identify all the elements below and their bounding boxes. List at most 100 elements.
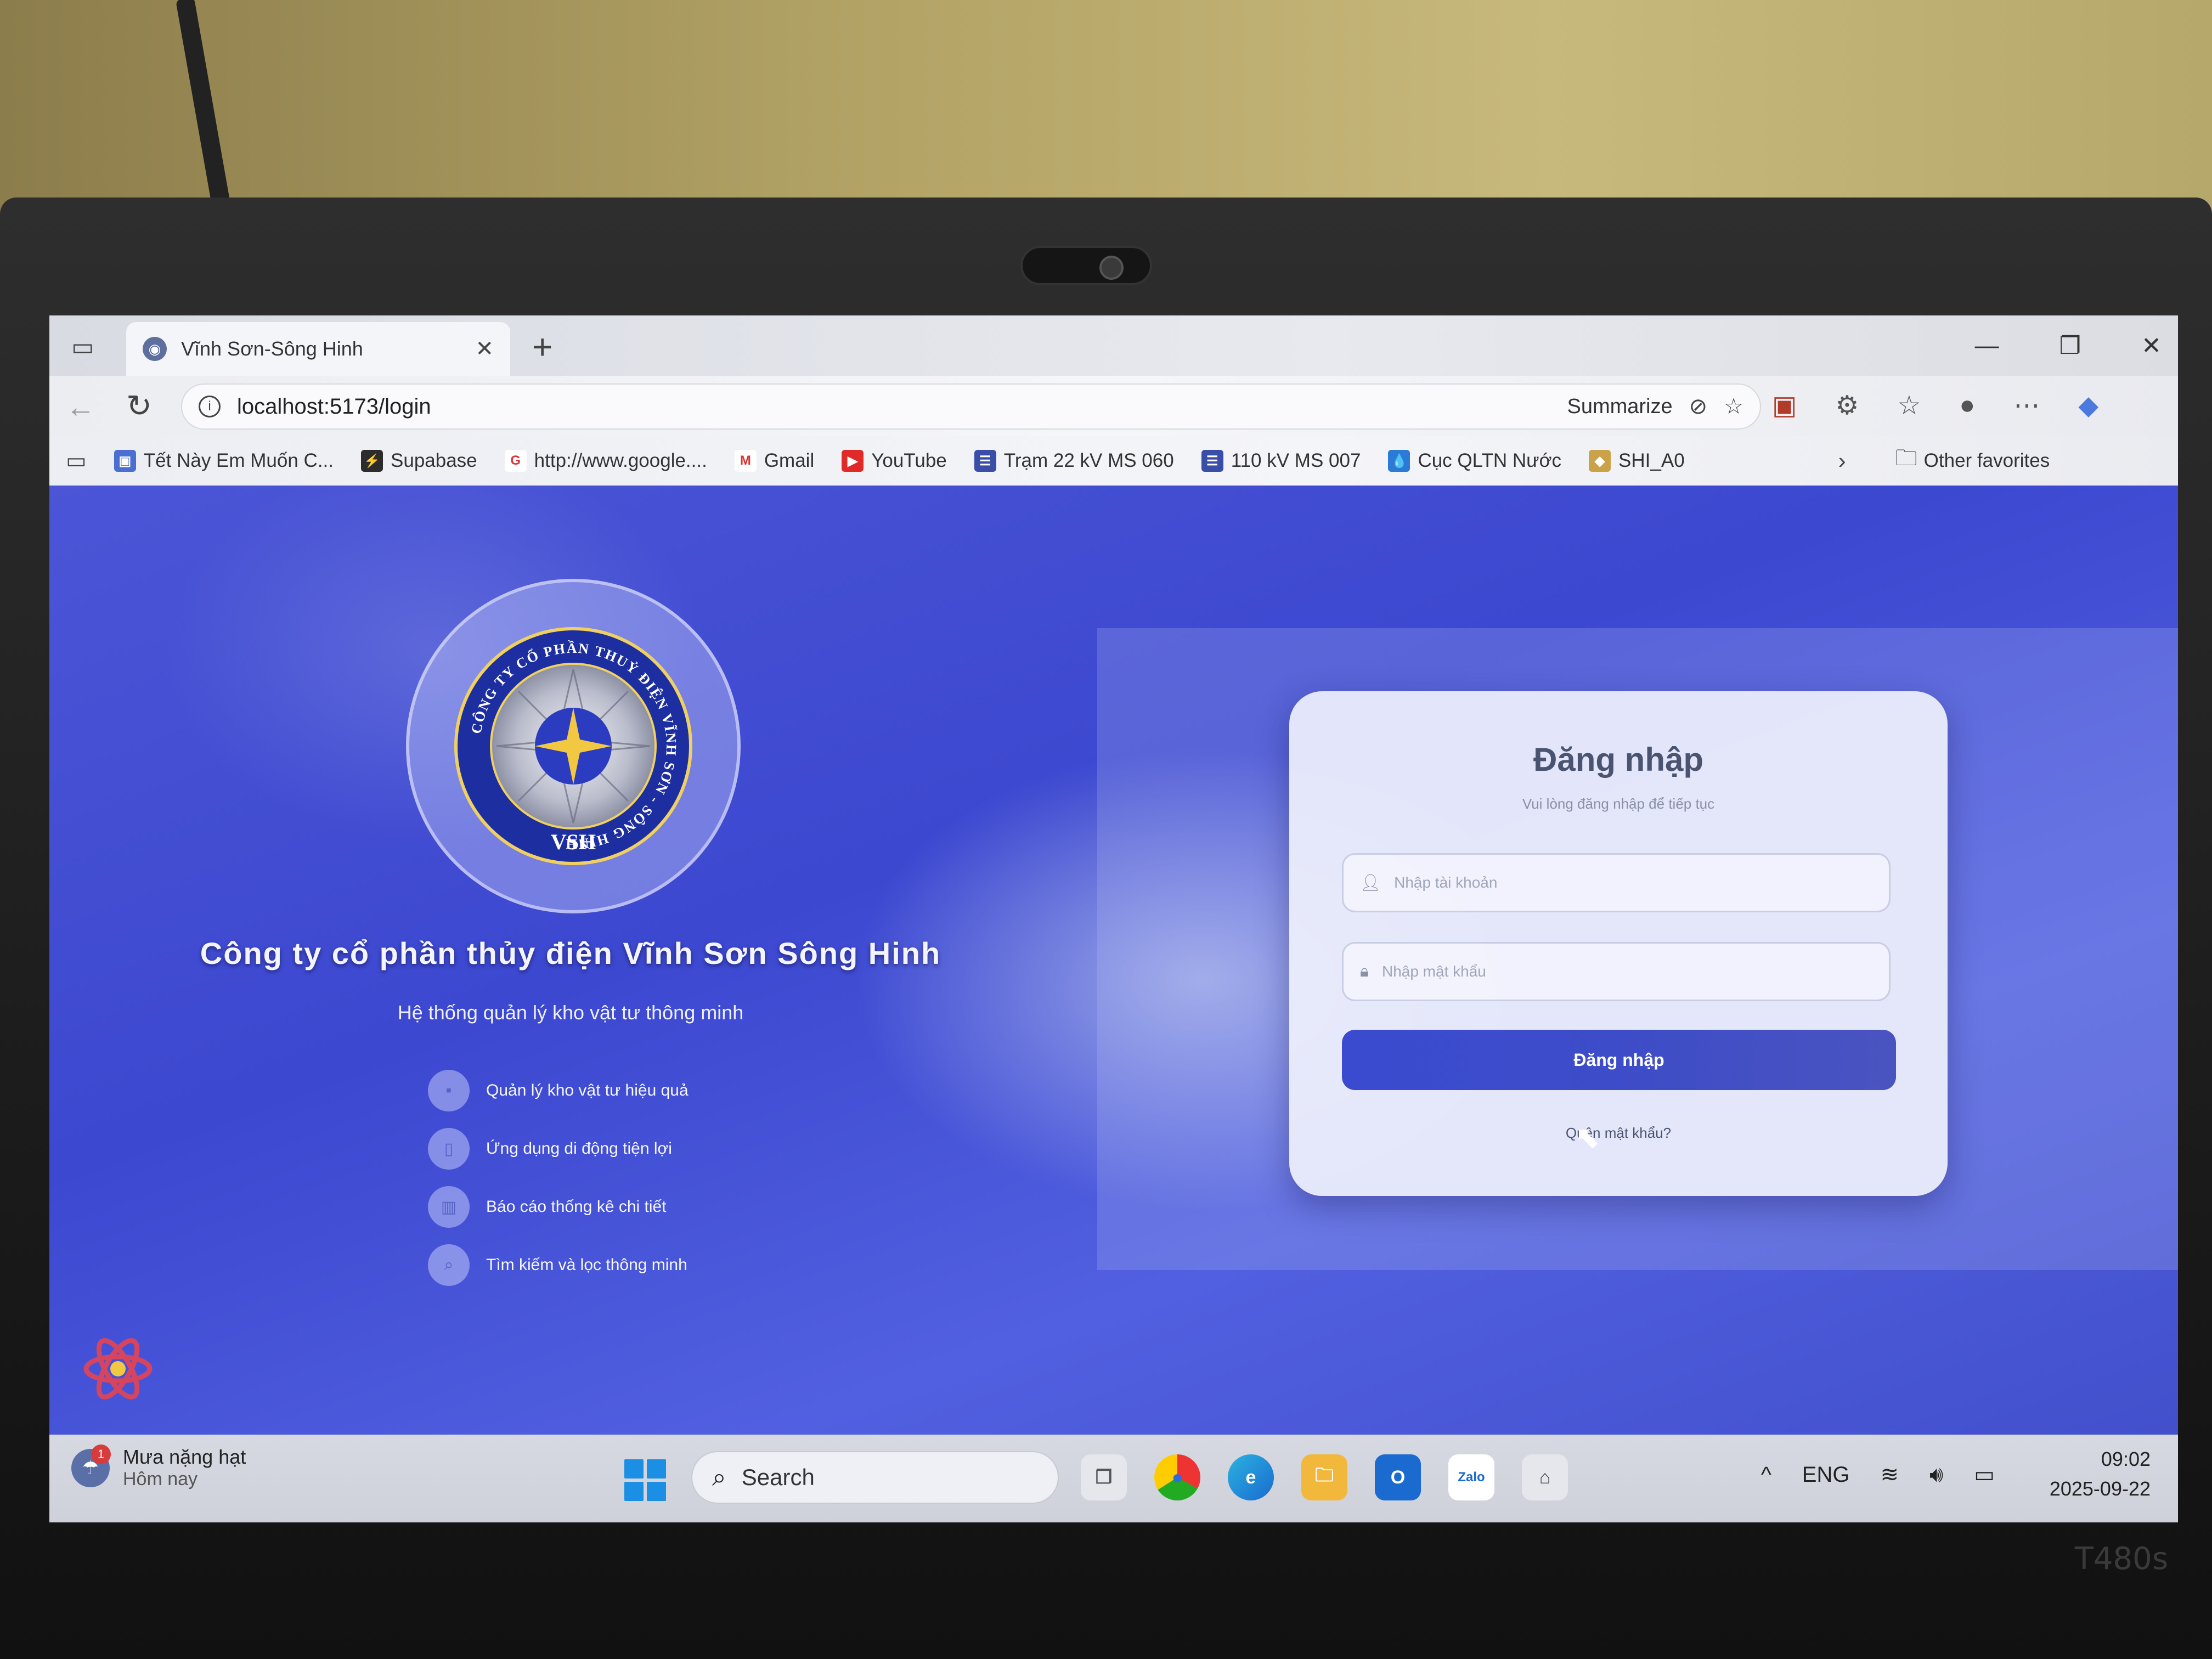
password-field[interactable]: 🔒︎	[1342, 942, 1891, 1001]
tablet-icon[interactable]: ▭	[66, 448, 87, 473]
feature-label: Báo cáo thống kê chi tiết	[486, 1198, 667, 1216]
webcam	[1020, 246, 1152, 285]
url-text[interactable]: localhost:5173/login	[237, 394, 1550, 419]
copilot-summarize-icon[interactable]: ⊘	[1689, 394, 1708, 419]
feature-item: ▪ Quản lý kho vật tư hiệu quả	[428, 1062, 689, 1120]
close-window-icon[interactable]: ✕	[2141, 332, 2162, 360]
bookmark-label: Gmail	[764, 450, 815, 471]
profile-avatar-icon[interactable]: ●	[1959, 390, 1975, 421]
windows-start-icon[interactable]	[624, 1459, 666, 1501]
extension-app-icon[interactable]: ▣	[1772, 390, 1797, 421]
feature-label: Ứng dụng di động tiện lợi	[486, 1139, 672, 1158]
weather-widget[interactable]: ☂ 1 Mưa nặng hạt Hôm nay	[71, 1444, 246, 1490]
forgot-password-link[interactable]: Quên mật khẩu?	[1289, 1125, 1948, 1142]
tab-bar: ▭ ◉ Vĩnh Sơn-Sông Hinh ✕ + — ❐ ✕	[49, 315, 2178, 376]
chevron-up-icon[interactable]: ^	[1761, 1463, 1771, 1487]
taskbar-search[interactable]: ⌕ Search	[691, 1451, 1059, 1504]
clock-time: 09:02	[2101, 1448, 2151, 1470]
star-icon[interactable]: ☆	[1724, 394, 1743, 419]
task-view-icon[interactable]: ❐	[1081, 1454, 1127, 1500]
new-tab-button[interactable]: +	[532, 326, 552, 367]
bookmark-item[interactable]: ▣ Tết Này Em Muốn C...	[114, 450, 334, 472]
app-icon[interactable]: ⌂	[1522, 1454, 1568, 1500]
supabase-icon: ⚡	[361, 450, 383, 472]
bookmark-item[interactable]: ☰ 110 kV MS 007	[1201, 450, 1361, 472]
globe-icon: ◉	[143, 337, 167, 361]
feature-item: ▯ Ứng dụng di động tiện lợi	[428, 1120, 689, 1178]
other-favorites-label: Other favorites	[1923, 450, 2050, 471]
url-field[interactable]: i localhost:5173/login Summarize ⊘ ☆	[181, 383, 1761, 430]
folder-icon: 🗀	[1895, 446, 1917, 470]
mouse-cursor-icon: ⬉	[1575, 1120, 1600, 1154]
sheet-icon: ☰	[1201, 450, 1223, 472]
bookmark-item[interactable]: ▶ YouTube	[842, 450, 947, 472]
google-icon: G	[504, 450, 527, 472]
minimize-icon[interactable]: —	[1975, 332, 1999, 360]
language-indicator[interactable]: ENG	[1802, 1463, 1850, 1487]
close-icon[interactable]: ✕	[475, 336, 494, 362]
outlook-icon[interactable]: O	[1375, 1454, 1421, 1500]
weather-title: Mưa nặng hạt	[123, 1446, 246, 1468]
bookmark-label: http://www.google....	[534, 450, 707, 471]
chrome-icon[interactable]: ●	[1154, 1454, 1200, 1500]
logo-ring: CÔNG TY CỔ PHẦN THUỶ ĐIỆN VĨNH SƠN - SÔN…	[406, 579, 741, 913]
bookmarks-bar: ▭ ▣ Tết Này Em Muốn C... ⚡ Supabase Ghttp://…	[49, 436, 2178, 486]
volume-icon[interactable]: 🔊︎	[1929, 1463, 1943, 1487]
mobile-icon: ▯	[428, 1128, 470, 1170]
search-label: Search	[741, 1464, 815, 1490]
bookmark-item[interactable]: ◆ SHI_A0	[1589, 450, 1685, 472]
bookmark-item[interactable]: ☰ Trạm 22 kV MS 060	[974, 450, 1174, 472]
zalo-icon[interactable]: Zalo	[1448, 1454, 1494, 1500]
restore-icon[interactable]: ❐	[2059, 332, 2081, 360]
other-favorites[interactable]: 🗀 Other favorites	[1895, 442, 2050, 479]
username-field[interactable]: 👤︎	[1342, 853, 1891, 912]
favorites-icon[interactable]: ☆	[1897, 390, 1921, 421]
clock-date: 2025-09-22	[2049, 1477, 2151, 1500]
seal-abbr: VSH	[551, 830, 596, 854]
login-card: Đăng nhập Vui lòng đăng nhập để tiếp tục…	[1289, 691, 1948, 1196]
toolbar: ▣ ⚙ ☆ ● ⋯ ◆	[1772, 390, 2098, 421]
youtube-icon: ▶	[842, 450, 864, 472]
clock[interactable]: 09:02 2025-09-22	[2050, 1444, 2151, 1504]
bookmark-item[interactable]: M Gmail	[734, 450, 815, 472]
bookmark-item[interactable]: 💧 Cục QLTN Nước	[1388, 450, 1561, 472]
search-icon: ⌕	[712, 1463, 726, 1491]
summarize-button[interactable]: Summarize	[1567, 395, 1672, 419]
system-tray: ^ ENG ≋ 🔊︎ ▭	[1761, 1462, 1995, 1487]
bookmark-label: Cục QLTN Nước	[1418, 450, 1562, 471]
feature-item: ⌕ Tìm kiếm và lọc thông minh	[428, 1236, 689, 1294]
sidebar-toggle-icon[interactable]: ▭	[71, 333, 94, 361]
bookmark-label: Trạm 22 kV MS 060	[1003, 450, 1174, 471]
tab-title: Vĩnh Sơn-Sông Hinh	[181, 337, 363, 360]
notification-badge: 1	[91, 1444, 111, 1464]
copilot-icon[interactable]: ◆	[2078, 390, 2098, 421]
chevron-right-icon[interactable]: ›	[1838, 448, 1846, 474]
battery-icon[interactable]: ▭	[1974, 1462, 1995, 1487]
rain-umbrella-icon: ☂ 1	[71, 1444, 111, 1487]
react-devtools-icon[interactable]	[82, 1333, 154, 1404]
water-drop-icon: 💧	[1388, 450, 1410, 472]
edge-icon[interactable]: e	[1228, 1454, 1274, 1500]
box-icon: ▪	[428, 1070, 470, 1111]
login-button[interactable]: Đăng nhập	[1342, 1030, 1896, 1090]
bookmark-item[interactable]: ⚡ Supabase	[361, 450, 477, 472]
file-explorer-icon[interactable]: 🗀	[1301, 1454, 1347, 1500]
tab-active[interactable]: ◉ Vĩnh Sơn-Sông Hinh ✕	[126, 322, 510, 376]
bookmark-item[interactable]: Ghttp://www.google....	[504, 450, 707, 472]
reload-icon[interactable]: ↻	[126, 388, 152, 424]
username-input[interactable]	[1394, 874, 1872, 891]
login-subtitle: Vui lòng đăng nhập để tiếp tục	[1522, 795, 1715, 812]
bookmark-label: 110 kV MS 007	[1231, 450, 1361, 471]
weather-text: Mưa nặng hạt Hôm nay	[123, 1446, 246, 1490]
app-icon: ◆	[1589, 450, 1611, 472]
wifi-icon[interactable]: ≋	[1880, 1462, 1899, 1487]
more-icon[interactable]: ⋯	[2013, 390, 2040, 421]
bookmark-label: Tết Này Em Muốn C...	[143, 450, 334, 471]
extensions-icon[interactable]: ⚙	[1835, 390, 1859, 421]
back-icon[interactable]: ←	[66, 390, 95, 424]
password-input[interactable]	[1381, 963, 1872, 980]
user-icon: 👤︎	[1360, 873, 1381, 892]
system-subtitle: Hệ thống quản lý kho vật tư thông minh	[397, 1001, 744, 1024]
info-icon[interactable]: i	[199, 396, 221, 417]
login-page: CÔNG TY CỔ PHẦN THUỶ ĐIỆN VĨNH SƠN - SÔN…	[49, 486, 2178, 1435]
